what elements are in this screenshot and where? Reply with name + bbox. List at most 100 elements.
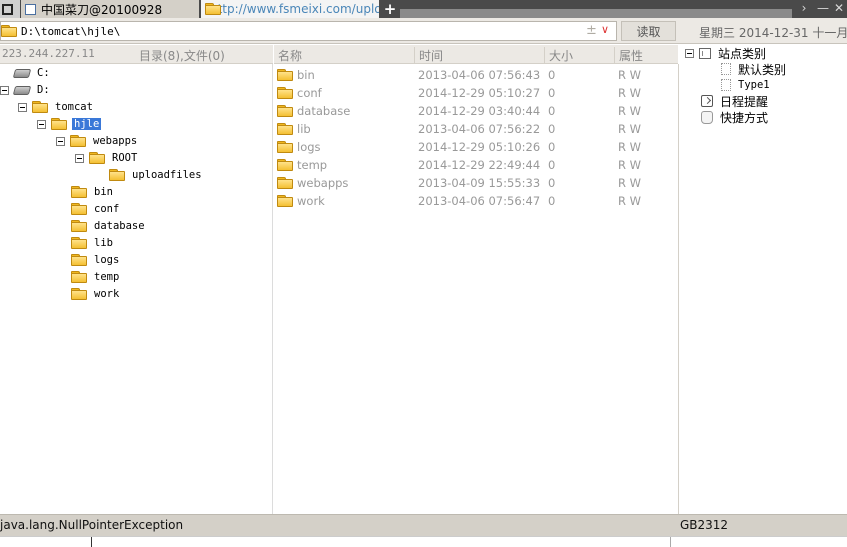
new-tab-button[interactable]: + [380,0,400,18]
minimize-icon[interactable]: — [816,1,830,15]
category-node-sites[interactable]: 站点类别 [685,45,766,61]
tree-node-hjle[interactable]: hjle [37,116,102,132]
file-name: temp [297,158,328,172]
file-time: 2013-04-06 07:56:22 [418,122,541,136]
category-node-default[interactable]: 默认类别 [721,61,786,77]
file-size: 0 [548,158,556,172]
folder-icon [277,177,293,189]
encoding-indicator[interactable]: GB2312 [680,518,728,532]
tab-url[interactable]: http://www.fsmeixi.com/uplo... [201,0,379,18]
file-row[interactable]: database 2014-12-29 03:40:44 0 R W [274,102,678,120]
chevron-right-icon[interactable]: › [797,1,811,15]
file-attr: R W [618,176,642,190]
tree-node-logs[interactable]: logs [71,252,121,268]
folder-icon [109,169,125,181]
folder-icon [71,203,87,215]
tree-node-d[interactable]: D: [0,82,52,98]
file-attr: R W [618,158,642,172]
bottom-strip [0,536,847,547]
folder-icon [71,288,87,300]
tab-bar-fill [400,9,792,18]
column-header-time[interactable]: 时间 [414,47,443,64]
status-bar: java.lang.NullPointerException GB2312 [0,514,847,536]
tree-node-work[interactable]: work [71,286,121,302]
file-name: database [297,104,351,118]
tree-node-conf[interactable]: conf [71,201,121,217]
column-header-attr[interactable]: 属性 [614,47,643,64]
tree-node-label: lib [94,237,113,249]
file-time: 2013-04-06 07:56:43 [418,68,541,82]
column-header-size[interactable]: 大小 [544,47,573,64]
file-row[interactable]: work 2013-04-06 07:56:47 0 R W [274,192,678,210]
folder-open-icon [51,118,67,130]
file-name: webapps [297,176,349,190]
category-node-reminder[interactable]: 日程提醒 [701,93,768,109]
tree-node-label: database [94,220,145,232]
tree-node-label: temp [94,271,120,283]
collapse-icon[interactable] [37,119,46,129]
file-attr: R W [618,86,642,100]
file-name: logs [297,140,321,154]
category-node-type1[interactable]: Type1 [721,77,770,93]
tab-chopper-main[interactable]: 中国菜刀@20100928 [21,0,199,18]
tab-scroll-left[interactable] [0,0,20,18]
tree-node-label: webapps [93,135,138,147]
tree-node-tomcat[interactable]: tomcat [18,99,95,115]
doc-icon [721,63,731,75]
column-header-name[interactable]: 名称 [274,47,302,64]
chevron-down-icon[interactable]: ∨ [601,23,609,36]
file-attr: R W [618,68,642,82]
tree-node-uploadfiles[interactable]: uploadfiles [109,167,204,183]
tab-label: 中国菜刀@20100928 [41,2,163,17]
category-label: 快捷方式 [720,110,769,125]
item-counts: 目录(8),文件(0) [139,49,225,63]
file-attr: R W [618,122,642,136]
file-size: 0 [548,122,556,136]
file-size: 0 [548,68,556,82]
bottom-divider [91,537,92,547]
collapse-icon[interactable] [18,102,27,112]
file-row[interactable]: bin 2013-04-06 07:56:43 0 R W [274,66,678,84]
collapse-icon[interactable] [685,48,694,58]
file-attr: R W [618,104,642,118]
tree-node-label: uploadfiles [132,169,202,181]
tree-node-label: ROOT [112,152,138,164]
file-row[interactable]: conf 2014-12-29 05:10:27 0 R W [274,84,678,102]
tree-node-root[interactable]: ROOT [75,150,139,166]
file-attr: R W [618,140,642,154]
close-icon[interactable]: ✕ [832,1,846,15]
tree-node-c[interactable]: C: [12,65,52,81]
category-label: 日程提醒 [720,94,769,109]
category-label: Type1 [738,79,770,91]
tree-node-bin[interactable]: bin [71,184,115,200]
read-button[interactable]: 读取 [621,21,676,41]
folder-icon [71,271,87,283]
file-row[interactable]: logs 2014-12-29 05:10:26 0 R W [274,138,678,156]
file-size: 0 [548,86,556,100]
folder-icon [71,254,87,266]
history-icon[interactable]: ± [586,23,597,38]
file-name: lib [297,122,311,136]
file-row[interactable]: lib 2013-04-06 07:56:22 0 R W [274,120,678,138]
tree-node-temp[interactable]: temp [71,269,121,285]
folder-icon [277,195,293,207]
file-time: 2013-04-06 07:56:47 [418,194,541,208]
folder-icon [277,141,293,153]
collapse-icon[interactable] [0,85,9,95]
folder-icon [277,123,293,135]
file-attr: R W [618,194,642,208]
directory-tree: C: D: tomcat hjle webapps ROOT uploadfil… [0,64,273,514]
file-row[interactable]: temp 2014-12-29 22:49:44 0 R W [274,156,678,174]
folder-icon [71,220,87,232]
doc-icon [721,79,731,91]
tree-node-webapps[interactable]: webapps [56,133,139,149]
tree-node-label: tomcat [55,101,93,113]
tree-node-database[interactable]: database [71,218,147,234]
path-input[interactable] [21,23,581,39]
category-node-shortcuts[interactable]: 快捷方式 [701,109,768,125]
folder-icon [70,135,86,147]
collapse-icon[interactable] [56,136,65,146]
file-row[interactable]: webapps 2013-04-09 15:55:33 0 R W [274,174,678,192]
collapse-icon[interactable] [75,153,84,163]
tree-node-lib[interactable]: lib [71,235,115,251]
